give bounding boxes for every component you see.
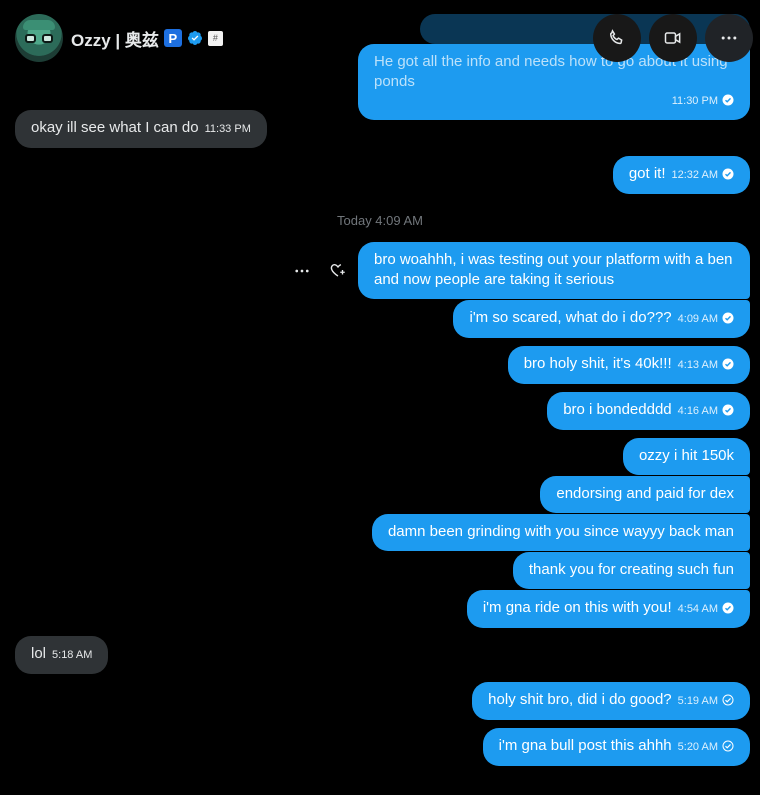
message-text: i'm gna ride on this with you! bbox=[482, 599, 672, 616]
message-bubble-sent[interactable]: i'm so scared, what do i do??? 4:09 AM bbox=[453, 300, 750, 338]
message-text: holy shit bro, did i do good? bbox=[488, 691, 672, 708]
message-text: ozzy i hit 150k bbox=[638, 447, 734, 464]
message-text: got it! bbox=[628, 165, 666, 182]
conversation-header: Ozzy | 奥兹 P # bbox=[0, 0, 760, 78]
message-time: 5:18 AM bbox=[52, 649, 93, 661]
more-icon bbox=[721, 36, 737, 40]
message-bubble-sent[interactable]: endorsing and paid for dex bbox=[540, 476, 750, 513]
message-time: 5:20 AM bbox=[677, 741, 718, 753]
message-bubble-received[interactable]: okay ill see what I can do 11:33 PM bbox=[15, 110, 267, 148]
message-text: bro holy shit, it's 40k!!! bbox=[523, 355, 672, 372]
message-text: bro i bondedddd bbox=[563, 401, 672, 418]
verified-icon bbox=[187, 31, 202, 45]
read-check-icon bbox=[722, 168, 734, 180]
message-time: 12:32 AM bbox=[671, 169, 718, 181]
message-time: 4:54 AM bbox=[677, 603, 718, 615]
contact-name-row[interactable]: Ozzy | 奥兹 P # bbox=[71, 27, 223, 50]
read-check-icon bbox=[722, 602, 734, 614]
message-bubble-sent[interactable]: thank you for creating such fun bbox=[512, 552, 750, 589]
call-button[interactable] bbox=[593, 14, 641, 62]
message-bubble-sent[interactable]: damn been grinding with you since wayyy … bbox=[371, 514, 750, 551]
avatar-glasses bbox=[25, 34, 53, 43]
phone-icon bbox=[609, 29, 623, 45]
message-text: bro woahhh, i was testing out your platf… bbox=[374, 251, 733, 288]
message-text: lol bbox=[31, 645, 47, 662]
avatar-hat bbox=[23, 20, 55, 30]
sent-check-icon bbox=[722, 694, 734, 706]
message-bubble-sent[interactable]: bro holy shit, it's 40k!!! 4:13 AM bbox=[507, 346, 750, 384]
message-text: damn been grinding with you since wayyy … bbox=[387, 523, 734, 540]
contact-name: Ozzy | 奥兹 bbox=[71, 30, 159, 50]
message-bubble-sent[interactable]: ozzy i hit 150k bbox=[622, 438, 750, 475]
message-more-icon[interactable] bbox=[293, 262, 311, 280]
read-check-icon bbox=[722, 94, 734, 106]
video-icon bbox=[664, 32, 681, 44]
more-options-button[interactable] bbox=[705, 14, 753, 62]
message-text: thank you for creating such fun bbox=[528, 561, 734, 578]
read-check-icon bbox=[722, 312, 734, 324]
heart-plus-icon[interactable] bbox=[329, 261, 347, 279]
read-check-icon bbox=[722, 358, 734, 370]
avatar[interactable] bbox=[15, 14, 63, 62]
sent-check-icon bbox=[722, 740, 734, 752]
message-time: 11:33 PM bbox=[204, 123, 251, 135]
message-text: i'm so scared, what do i do??? bbox=[469, 309, 672, 326]
message-bubble-sent[interactable]: i'm gna ride on this with you! 4:54 AM bbox=[466, 590, 750, 628]
day-separator: Today 4:09 AM bbox=[337, 213, 423, 228]
message-time: 4:13 AM bbox=[677, 359, 718, 371]
message-bubble-sent[interactable]: bro woahhh, i was testing out your platf… bbox=[358, 242, 750, 299]
message-time: 5:19 AM bbox=[677, 695, 718, 707]
message-bubble-sent[interactable]: bro i bondedddd 4:16 AM bbox=[547, 392, 750, 430]
message-bubble-sent[interactable]: holy shit bro, did i do good? 5:19 AM bbox=[472, 682, 750, 720]
message-time: 11:30 PM bbox=[671, 95, 718, 107]
video-call-button[interactable] bbox=[649, 14, 697, 62]
message-bubble-received[interactable]: lol 5:18 AM bbox=[15, 636, 109, 674]
message-time: 4:09 AM bbox=[677, 313, 718, 325]
message-text: i'm gna bull post this ahhh bbox=[498, 737, 672, 754]
affiliate-badge: # bbox=[207, 30, 223, 46]
p-badge: P bbox=[163, 29, 182, 47]
message-bubble-sent[interactable]: i'm gna bull post this ahhh 5:20 AM bbox=[482, 728, 750, 766]
read-check-icon bbox=[722, 404, 734, 416]
message-text: endorsing and paid for dex bbox=[556, 485, 734, 502]
message-time: 4:16 AM bbox=[677, 405, 718, 417]
message-bubble-sent[interactable]: got it! 12:32 AM bbox=[612, 156, 750, 194]
message-text: okay ill see what I can do bbox=[31, 119, 199, 136]
